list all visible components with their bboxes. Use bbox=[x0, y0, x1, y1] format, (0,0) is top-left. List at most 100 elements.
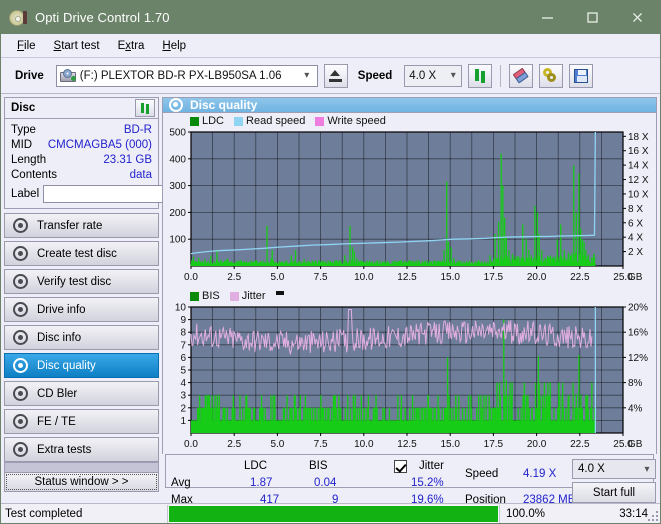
disc-icon bbox=[13, 246, 28, 261]
sidebar-item-label: CD Bler bbox=[37, 387, 78, 400]
svg-text:GB: GB bbox=[628, 272, 643, 283]
svg-text:20.0: 20.0 bbox=[527, 272, 547, 283]
status-window-area: Status window > > bbox=[4, 462, 159, 492]
chevron-down-icon: ▾ bbox=[644, 463, 650, 475]
sidebar-item-cd-bler[interactable]: CD Bler bbox=[4, 381, 159, 406]
disc-row-value: CMCMAGBA5 (000) bbox=[47, 138, 152, 151]
svg-text:2 X: 2 X bbox=[628, 247, 643, 258]
nav-list: Transfer rate Create test disc Verify te… bbox=[4, 213, 159, 462]
disc-panel-title: Disc bbox=[11, 102, 36, 114]
erase-button[interactable] bbox=[509, 63, 534, 88]
top-plot-area: 100 200 300 400 500 2 X 4 X 6 X 8 X 10 X 12 X 14 X 1… bbox=[163, 128, 656, 286]
svg-text:22.5: 22.5 bbox=[570, 439, 590, 450]
jitter-checkbox[interactable] bbox=[394, 460, 407, 473]
maximize-icon[interactable] bbox=[570, 1, 615, 34]
disc-refresh-button[interactable] bbox=[135, 99, 155, 117]
progress-bar-fill bbox=[169, 505, 498, 522]
svg-text:200: 200 bbox=[169, 208, 186, 219]
menu-help[interactable]: Help bbox=[153, 38, 195, 54]
svg-text:12.5: 12.5 bbox=[397, 272, 417, 283]
svg-text:4 X: 4 X bbox=[628, 233, 643, 244]
svg-text:17.5: 17.5 bbox=[484, 272, 504, 283]
sidebar-item-disc-info[interactable]: Disc info bbox=[4, 325, 159, 350]
page-title: Disc quality bbox=[190, 98, 258, 112]
legend-label-ldc: LDC bbox=[202, 115, 225, 127]
disc-label-key: Label bbox=[11, 188, 40, 200]
svg-text:10.0: 10.0 bbox=[354, 439, 374, 450]
legend-label-jitter: Jitter bbox=[241, 290, 266, 302]
svg-text:5.0: 5.0 bbox=[270, 272, 284, 283]
speed-stat-label: Speed bbox=[465, 468, 499, 480]
svg-text:5.0: 5.0 bbox=[270, 439, 284, 450]
disc-row-value: BD-R bbox=[123, 123, 152, 136]
menu-extra[interactable]: Extra bbox=[109, 38, 154, 54]
sidebar-item-fe-te[interactable]: FE / TE bbox=[4, 409, 159, 434]
legend-swatch-ldc bbox=[190, 116, 199, 126]
disc-row-type: Type BD-R bbox=[11, 122, 152, 137]
charts-container: LDC Read speed Write speed 100 200 300 400 5… bbox=[162, 113, 657, 454]
menu-start-test[interactable]: Start test bbox=[45, 38, 109, 54]
save-button[interactable] bbox=[569, 63, 594, 88]
svg-text:8%: 8% bbox=[628, 378, 643, 389]
start-full-button[interactable]: Start full bbox=[572, 482, 656, 503]
svg-text:100: 100 bbox=[169, 235, 186, 246]
disc-row-mid: MID CMCMAGBA5 (000) bbox=[11, 137, 152, 152]
svg-text:1: 1 bbox=[180, 416, 186, 427]
svg-text:0.0: 0.0 bbox=[184, 439, 198, 450]
svg-text:300: 300 bbox=[169, 181, 186, 192]
drive-select-value: (F:) PLEXTOR BD-R PX-LB950SA 1.06 bbox=[79, 69, 282, 82]
svg-text:6: 6 bbox=[180, 353, 186, 364]
legend-swatch-write-speed bbox=[315, 116, 325, 126]
top-chart: LDC Read speed Write speed 100 200 300 400 5… bbox=[163, 114, 656, 287]
sidebar-item-verify-test-disc[interactable]: Verify test disc bbox=[4, 269, 159, 294]
top-chart-legend: LDC Read speed Write speed bbox=[163, 114, 656, 128]
disc-row-value: data bbox=[129, 168, 152, 181]
legend-marker-icon bbox=[275, 290, 284, 295]
menu-file[interactable]: File bbox=[8, 38, 45, 54]
speed-select[interactable]: 4.0 X ▾ bbox=[404, 64, 463, 87]
svg-text:2.5: 2.5 bbox=[227, 439, 241, 450]
svg-text:4%: 4% bbox=[628, 403, 643, 414]
eraser-icon bbox=[511, 65, 532, 86]
tools-button[interactable] bbox=[539, 63, 564, 88]
svg-text:16%: 16% bbox=[628, 328, 648, 339]
refresh-button[interactable] bbox=[468, 63, 493, 88]
disc-icon bbox=[13, 386, 28, 401]
disc-row-length: Length 23.31 GB bbox=[11, 152, 152, 167]
title-bar: Opti Drive Control 1.70 bbox=[1, 1, 660, 34]
resize-grip-icon[interactable] bbox=[648, 511, 658, 521]
sidebar-item-create-test-disc[interactable]: Create test disc bbox=[4, 241, 159, 266]
sidebar-item-extra-tests[interactable]: Extra tests bbox=[4, 437, 159, 462]
app-disc-icon bbox=[9, 9, 27, 27]
svg-text:6 X: 6 X bbox=[628, 218, 643, 229]
stats-bis-avg: 0.04 bbox=[314, 477, 337, 489]
elapsed-time: 33:14 bbox=[619, 507, 648, 520]
sidebar-item-drive-info[interactable]: Drive info bbox=[4, 297, 159, 322]
svg-text:2: 2 bbox=[180, 403, 186, 414]
stats-row-label-avg: Avg bbox=[171, 477, 191, 489]
stats-panel: LDC BIS Jitter Avg 1.87 0.04 15.2% Max 4… bbox=[165, 454, 656, 523]
sidebar-item-transfer-rate[interactable]: Transfer rate bbox=[4, 213, 159, 238]
svg-text:12.5: 12.5 bbox=[397, 439, 417, 450]
svg-text:8 X: 8 X bbox=[628, 204, 643, 215]
stats-jitter-avg: 15.2% bbox=[411, 477, 444, 489]
disc-icon bbox=[13, 330, 28, 345]
status-window-button[interactable]: Status window > > bbox=[4, 472, 159, 492]
minimize-icon[interactable] bbox=[525, 1, 570, 34]
legend-swatch-read-speed bbox=[234, 116, 244, 126]
close-icon[interactable] bbox=[615, 1, 660, 34]
drive-select[interactable]: (F:) PLEXTOR BD-R PX-LB950SA 1.06 ▾ bbox=[55, 64, 318, 87]
svg-text:20%: 20% bbox=[628, 303, 648, 314]
sidebar-item-label: Create test disc bbox=[37, 247, 117, 260]
eject-button[interactable] bbox=[323, 63, 348, 88]
disc-icon bbox=[13, 218, 28, 233]
sidebar-item-disc-quality[interactable]: Disc quality bbox=[4, 353, 159, 378]
disc-icon bbox=[13, 274, 28, 289]
refresh-icon bbox=[472, 68, 488, 84]
speed-select-value: 4.0 X bbox=[409, 69, 437, 82]
test-speed-select[interactable]: 4.0 X ▾ bbox=[572, 459, 656, 479]
app-window: Opti Drive Control 1.70 File Start test … bbox=[0, 0, 661, 524]
sidebar-item-label: Drive info bbox=[37, 303, 86, 316]
disc-panel-header: Disc bbox=[5, 98, 158, 119]
disc-icon bbox=[13, 442, 28, 457]
